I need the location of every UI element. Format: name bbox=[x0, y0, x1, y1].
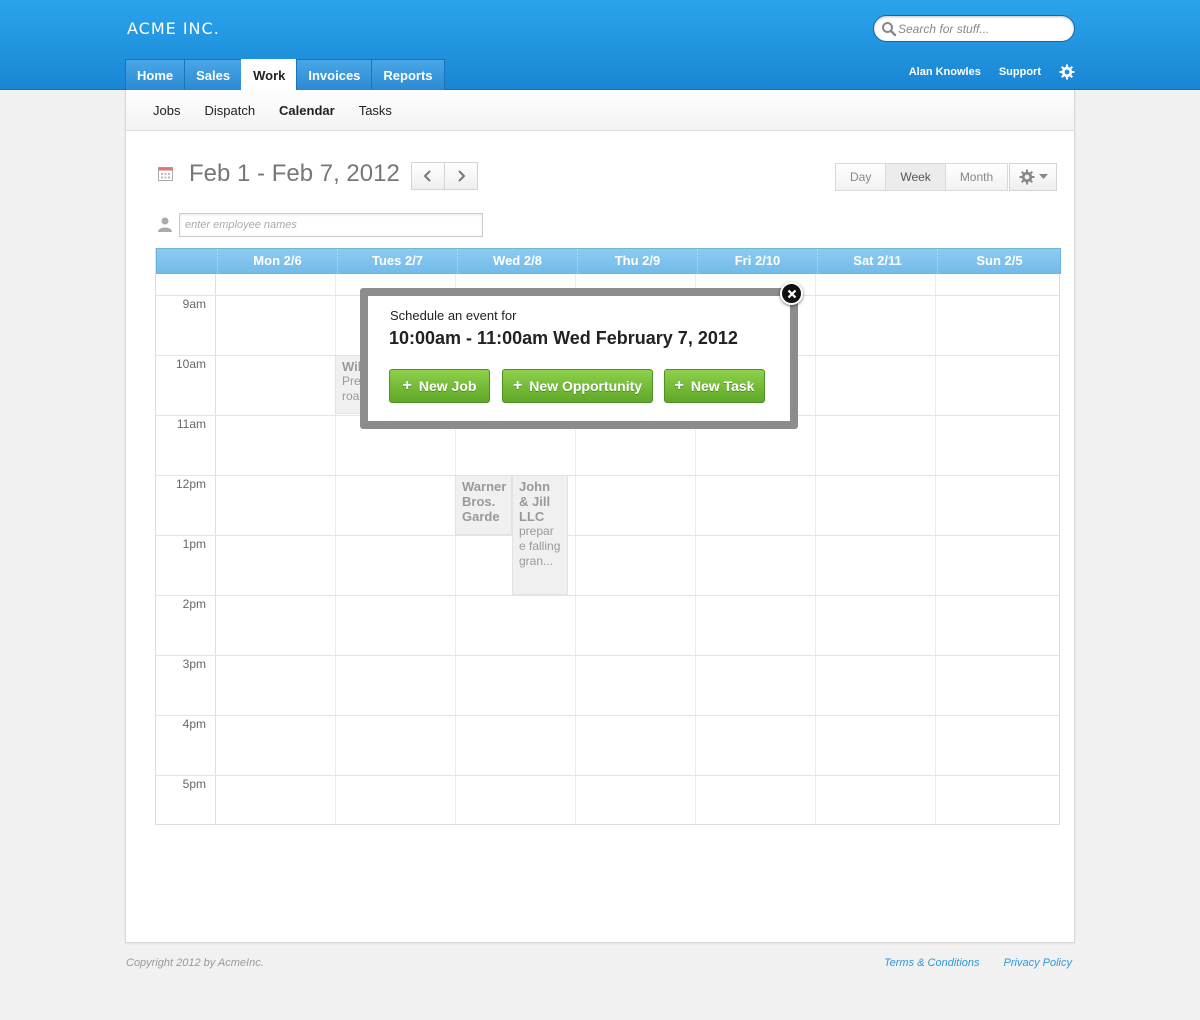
footer-links: Terms & Conditions Privacy Policy bbox=[884, 957, 1072, 969]
view-switcher: Day Week Month bbox=[835, 163, 1009, 191]
schedule-event-popup: Schedule an event for 10:00am - 11:00am … bbox=[360, 288, 798, 429]
chevron-right-icon bbox=[458, 170, 466, 182]
caret-down-icon bbox=[1038, 174, 1048, 179]
hour-row[interactable]: 4pm bbox=[156, 715, 1059, 775]
sub-nav: Jobs Dispatch Calendar Tasks bbox=[126, 90, 1074, 131]
new-opportunity-button[interactable]: + New Opportunity bbox=[502, 369, 653, 403]
close-popup-button[interactable] bbox=[780, 282, 803, 305]
search-input[interactable] bbox=[898, 20, 1068, 38]
tab-sales[interactable]: Sales bbox=[184, 59, 243, 90]
popup-time: 10:00am - 11:00am Wed February 7, 2012 bbox=[389, 328, 738, 348]
calendar-icon bbox=[158, 167, 173, 181]
event-title: Warner Bros. Garde bbox=[462, 479, 507, 524]
button-label: New Job bbox=[418, 378, 477, 394]
hour-label: 1pm bbox=[182, 537, 206, 551]
search-icon bbox=[882, 22, 897, 37]
day-header-thu: Thu 2/9 bbox=[577, 249, 697, 273]
tab-invoices[interactable]: Invoices bbox=[296, 59, 373, 90]
main-nav: Home Sales Work Invoices Reports bbox=[125, 59, 445, 91]
date-range-title: Feb 1 - Feb 7, 2012 bbox=[189, 160, 400, 187]
hour-label: 12pm bbox=[175, 477, 206, 491]
app-logo[interactable]: ACME INC. bbox=[127, 19, 220, 38]
hour-row[interactable]: 1pm bbox=[156, 535, 1059, 595]
button-label: New Task bbox=[690, 378, 755, 394]
tab-home[interactable]: Home bbox=[125, 59, 186, 90]
settings-gear-icon[interactable] bbox=[1059, 64, 1075, 80]
terms-link[interactable]: Terms & Conditions bbox=[884, 957, 980, 969]
hour-label: 4pm bbox=[182, 717, 206, 731]
plus-icon: + bbox=[402, 377, 412, 394]
search-box[interactable] bbox=[873, 15, 1075, 42]
chevron-left-icon bbox=[423, 170, 431, 182]
date-navigation bbox=[411, 162, 478, 190]
hour-label: 11am bbox=[176, 417, 206, 431]
hour-label: 2pm bbox=[182, 597, 206, 611]
view-week-button[interactable]: Week bbox=[885, 163, 946, 191]
person-icon bbox=[158, 217, 172, 232]
tab-reports[interactable]: Reports bbox=[371, 59, 445, 90]
employee-names-input[interactable] bbox=[179, 213, 483, 237]
tab-work[interactable]: Work bbox=[241, 59, 298, 91]
next-week-button[interactable] bbox=[444, 162, 478, 190]
support-link[interactable]: Support bbox=[999, 66, 1041, 78]
plus-icon: + bbox=[674, 377, 684, 394]
calendar-settings-button[interactable] bbox=[1009, 163, 1057, 191]
user-links: Alan Knowles Support bbox=[909, 64, 1075, 80]
close-icon bbox=[787, 289, 796, 298]
hour-row[interactable]: 12pm bbox=[156, 475, 1059, 535]
day-header-wed: Wed 2/8 bbox=[457, 249, 577, 273]
button-label: New Opportunity bbox=[529, 378, 643, 394]
hour-row[interactable]: 3pm bbox=[156, 655, 1059, 715]
day-header-row: Mon 2/6 Tues 2/7 Wed 2/8 Thu 2/9 Fri 2/1… bbox=[156, 248, 1061, 274]
top-header: ACME INC. Home Sales Work Invoices Repor… bbox=[0, 0, 1200, 91]
gear-icon bbox=[1019, 169, 1034, 185]
view-month-button[interactable]: Month bbox=[944, 163, 1009, 191]
subnav-jobs[interactable]: Jobs bbox=[153, 103, 180, 118]
calendar-event[interactable]: Warner Bros. Garde bbox=[455, 475, 512, 535]
privacy-link[interactable]: Privacy Policy bbox=[1004, 957, 1072, 969]
hour-label: 10am bbox=[175, 357, 206, 371]
popup-label: Schedule an event for bbox=[390, 308, 517, 323]
view-day-button[interactable]: Day bbox=[835, 163, 887, 191]
copyright-text: Copyright 2012 by AcmeInc. bbox=[126, 957, 264, 969]
user-name-link[interactable]: Alan Knowles bbox=[909, 66, 981, 78]
day-header-tue: Tues 2/7 bbox=[337, 249, 457, 273]
hour-label: 9am bbox=[182, 297, 206, 311]
day-header-fri: Fri 2/10 bbox=[697, 249, 817, 273]
day-header-sun: Sun 2/5 bbox=[937, 249, 1061, 273]
hour-label: 3pm bbox=[182, 657, 206, 671]
plus-icon: + bbox=[512, 377, 523, 394]
new-task-button[interactable]: + New Task bbox=[664, 369, 765, 403]
day-header-mon: Mon 2/6 bbox=[217, 249, 337, 273]
hour-label: 5pm bbox=[182, 777, 206, 791]
event-description: prepar e falling gran... bbox=[519, 524, 561, 568]
new-job-button[interactable]: + New Job bbox=[389, 369, 490, 403]
hour-row[interactable]: 2pm bbox=[156, 595, 1059, 655]
day-header-sat: Sat 2/11 bbox=[817, 249, 937, 273]
calendar-event[interactable]: John & Jill LLC prepar e falling gran... bbox=[512, 475, 568, 595]
subnav-tasks[interactable]: Tasks bbox=[359, 103, 392, 118]
hour-row[interactable]: 5pm bbox=[156, 775, 1059, 825]
prev-week-button[interactable] bbox=[411, 162, 445, 190]
subnav-calendar[interactable]: Calendar bbox=[279, 103, 335, 118]
event-title: John & Jill LLC bbox=[519, 479, 551, 524]
subnav-dispatch[interactable]: Dispatch bbox=[204, 103, 255, 118]
